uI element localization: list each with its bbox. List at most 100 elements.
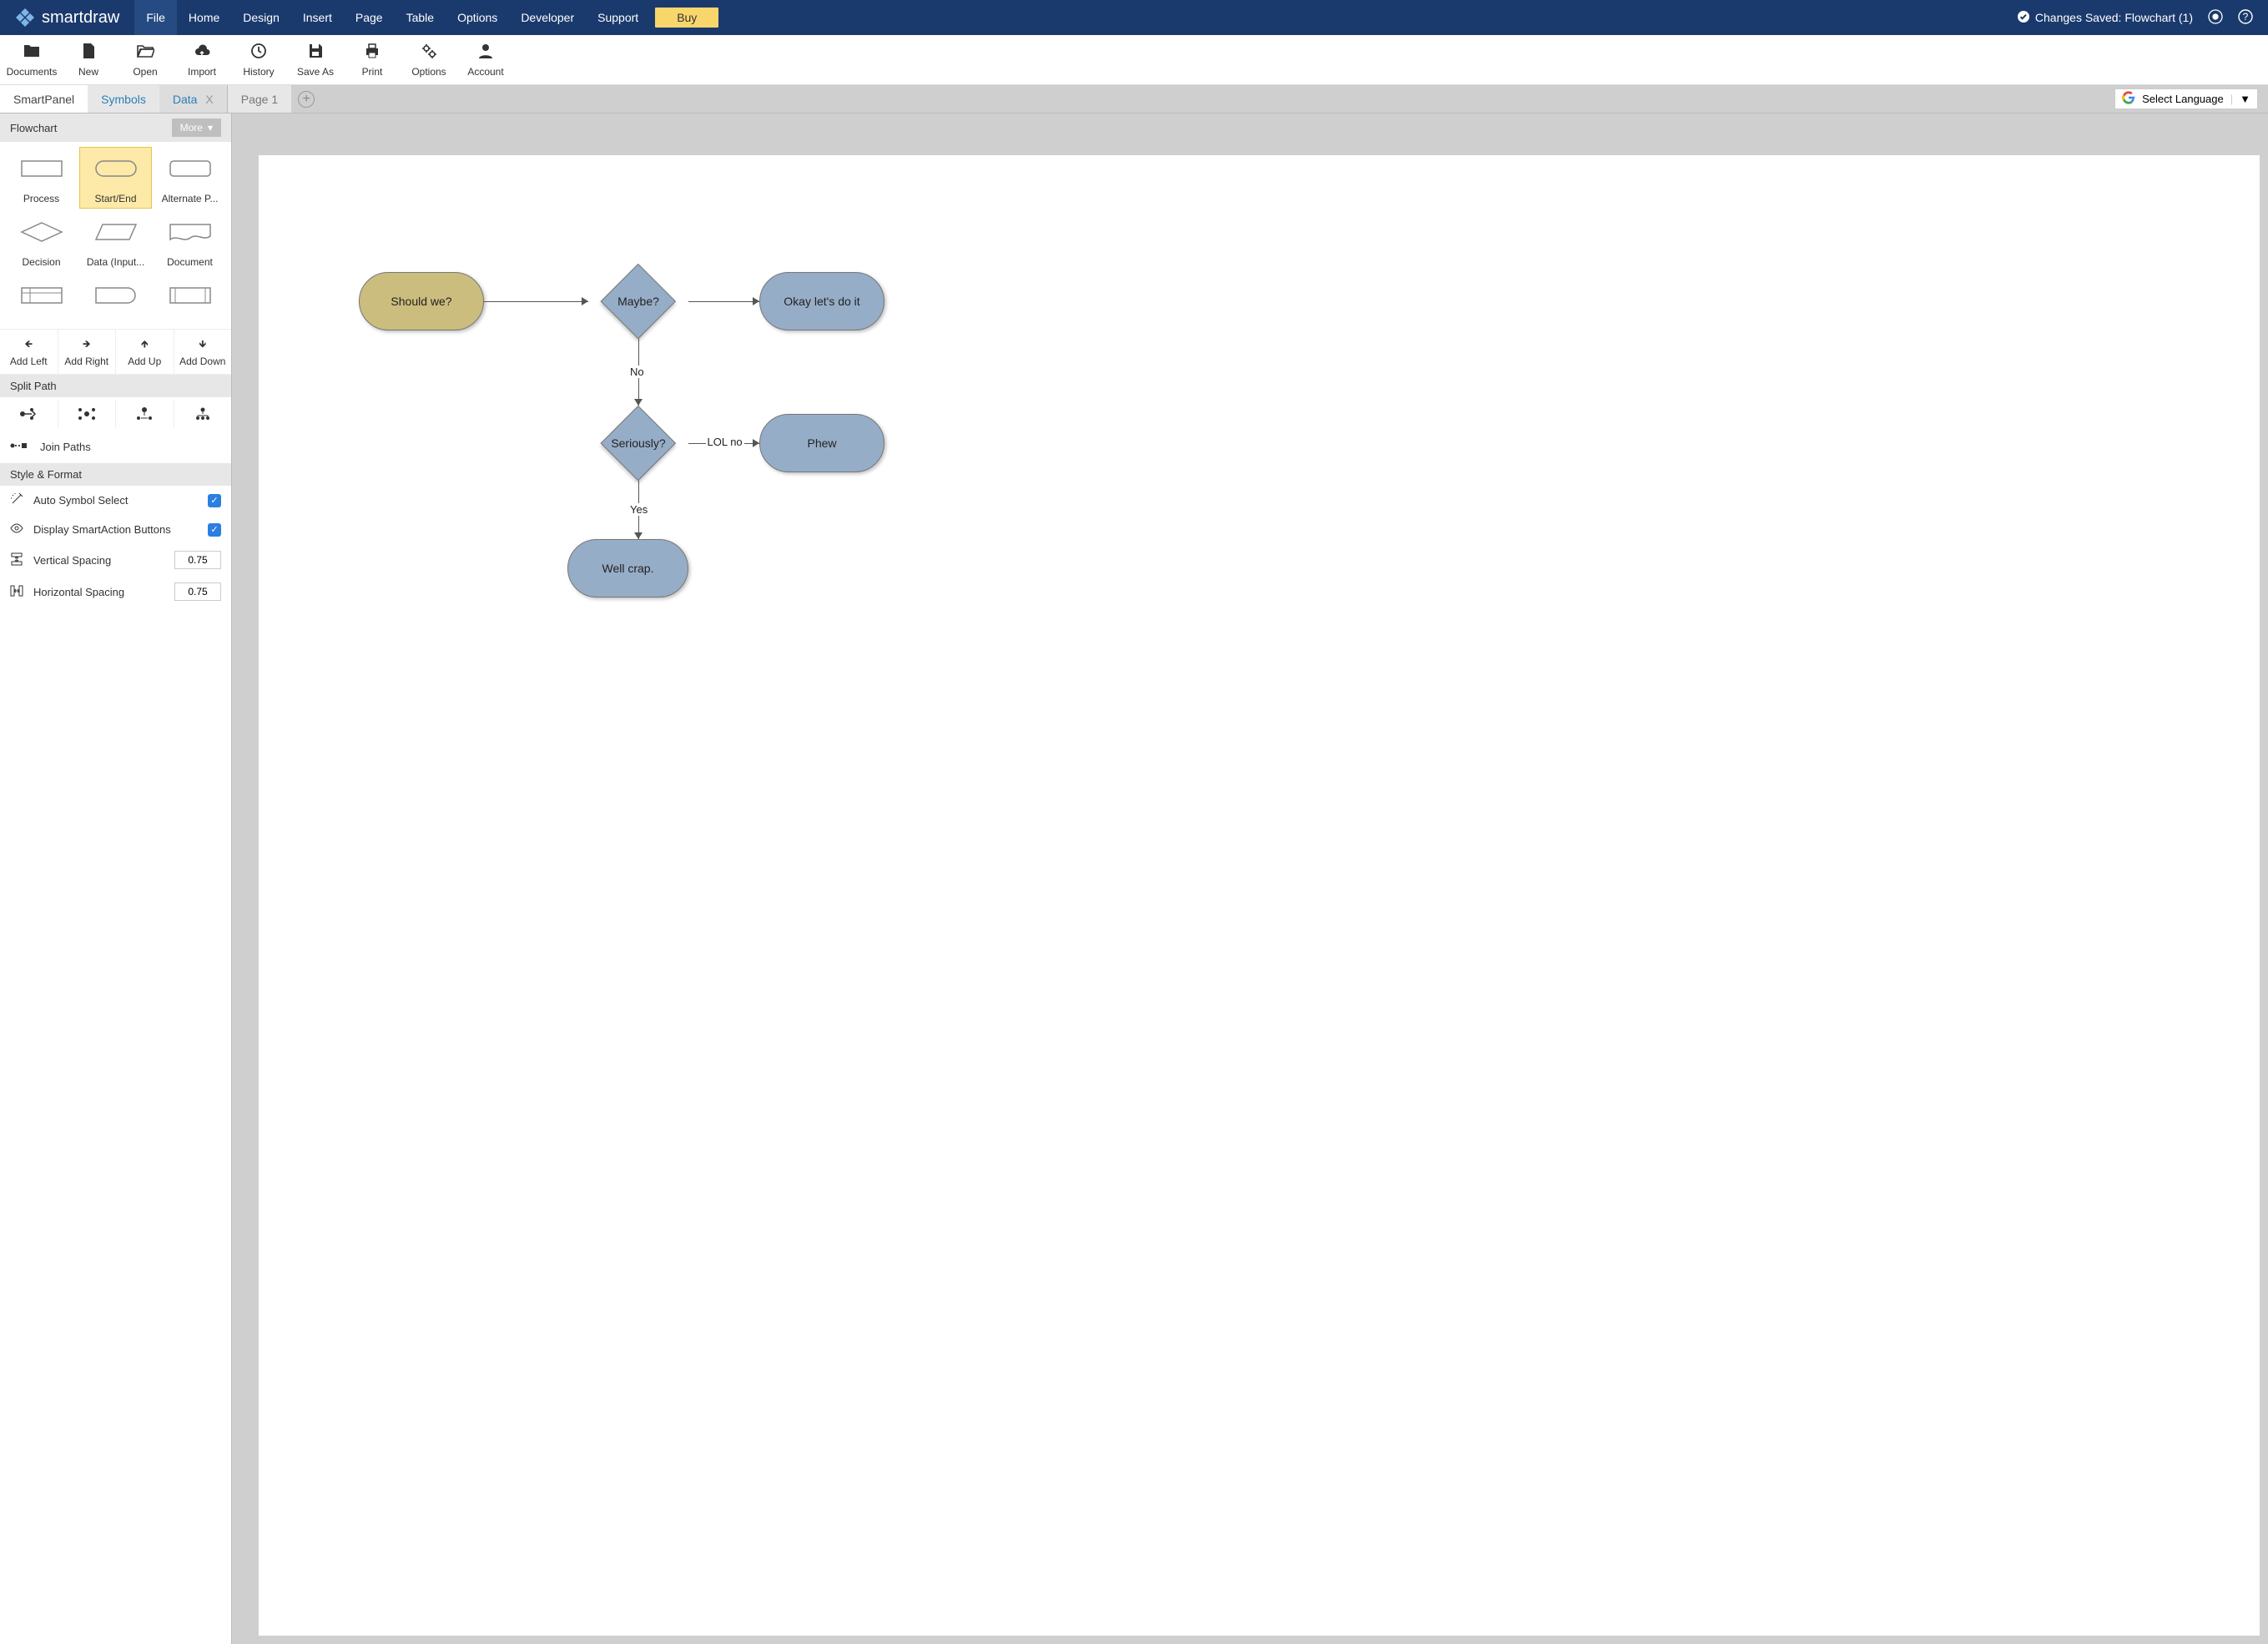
more-shapes-button[interactable]: More ▾	[172, 119, 221, 137]
split-tree-button[interactable]	[174, 401, 232, 427]
auto-symbol-checkbox[interactable]: ✓	[208, 494, 221, 507]
flowchart-decision[interactable]: Maybe?	[588, 264, 688, 339]
flowchart-terminator[interactable]: Okay let's do it	[759, 272, 885, 330]
node-label: Maybe?	[588, 264, 688, 339]
flowchart-decision[interactable]: Seriously?	[588, 406, 688, 481]
shape-palette: ProcessStart/End Alternate P... Decision Da…	[0, 142, 231, 329]
menu-item-options[interactable]: Options	[446, 0, 509, 35]
close-icon[interactable]: X	[205, 93, 213, 106]
history-button[interactable]: History	[230, 42, 287, 78]
menubar-right: Changes Saved: Flowchart (1) ?	[2017, 0, 2268, 35]
shape-document[interactable]: Document	[154, 210, 226, 272]
shape-label: Data (Input...	[82, 256, 149, 268]
save-status-text: Changes Saved: Flowchart (1)	[2035, 11, 2193, 24]
smartpanel-tab[interactable]: SmartPanel	[0, 85, 88, 113]
decision-icon	[20, 219, 63, 245]
add-left-label: Add Left	[10, 356, 48, 367]
menu-item-table[interactable]: Table	[395, 0, 446, 35]
display-buttons-checkbox[interactable]: ✓	[208, 523, 221, 537]
split-path-label: Split Path	[10, 380, 57, 392]
top-menubar: smartdraw FileHomeDesignInsertPageTableO…	[0, 0, 2268, 35]
logo-icon	[15, 8, 35, 28]
more-label: More	[180, 122, 203, 134]
flowchart-terminator[interactable]: Well crap.	[567, 539, 688, 598]
shape-delay[interactable]	[79, 274, 152, 324]
save-status: Changes Saved: Flowchart (1)	[2017, 10, 2193, 26]
add-down-button[interactable]: 🡻 Add Down	[174, 330, 232, 374]
menu-item-design[interactable]: Design	[231, 0, 291, 35]
print-button[interactable]: Print	[344, 42, 401, 78]
menu-item-insert[interactable]: Insert	[291, 0, 344, 35]
secondary-tabbar: SmartPanel Symbols Data X Page 1 + Selec…	[0, 85, 2268, 113]
display-buttons-row: Display SmartAction Buttons ✓	[0, 515, 231, 544]
check-circle-icon	[2017, 10, 2030, 26]
predef-icon	[169, 283, 212, 308]
tool-label: Account	[467, 66, 503, 78]
help-icon[interactable]: ?	[2238, 9, 2253, 27]
flowchart-terminator[interactable]: Phew	[759, 414, 885, 472]
assist-icon[interactable]	[2208, 9, 2223, 27]
shape-decision[interactable]: Decision	[5, 210, 78, 272]
tool-label: Open	[133, 66, 157, 78]
menu-item-developer[interactable]: Developer	[509, 0, 586, 35]
menu-item-file[interactable]: File	[134, 0, 177, 35]
open-button[interactable]: Open	[117, 42, 174, 78]
account-button[interactable]: Account	[457, 42, 514, 78]
flowchart-terminator[interactable]: Should we?	[359, 272, 484, 330]
folder-icon	[23, 42, 41, 63]
vertical-spacing-icon	[10, 552, 23, 568]
documents-button[interactable]: Documents	[3, 42, 60, 78]
buy-button[interactable]: Buy	[655, 8, 718, 28]
split-down-button[interactable]	[116, 401, 174, 427]
shape-label: Decision	[8, 256, 75, 268]
split-both-button[interactable]	[58, 401, 117, 427]
options-button[interactable]: Options	[401, 42, 457, 78]
horizontal-spacing-input[interactable]	[174, 582, 221, 601]
join-paths-label: Join Paths	[40, 441, 91, 453]
import-button[interactable]: Import	[174, 42, 230, 78]
new-button[interactable]: New	[60, 42, 117, 78]
page-tab[interactable]: Page 1	[228, 85, 291, 113]
shape-data[interactable]: Data (Input...	[79, 210, 152, 272]
shape-label: Alternate P...	[156, 193, 224, 204]
tool-label: History	[243, 66, 274, 78]
split-right-button[interactable]	[0, 401, 58, 427]
menu-item-support[interactable]: Support	[586, 0, 650, 35]
canvas-viewport[interactable]: Should we? Maybe? Okay let's do it Seriousl…	[232, 113, 2268, 1644]
eye-icon	[10, 522, 23, 537]
delay-icon	[94, 283, 138, 308]
saveas-button[interactable]: Save As	[287, 42, 344, 78]
menu-item-page[interactable]: Page	[344, 0, 395, 35]
internal-icon	[20, 283, 63, 308]
shape-process[interactable]: Process	[5, 147, 78, 209]
shape-predef[interactable]	[154, 274, 226, 324]
split-path-header: Split Path	[0, 375, 231, 397]
add-right-button[interactable]: 🡺 Add Right	[58, 330, 117, 374]
auto-symbol-label: Auto Symbol Select	[33, 494, 198, 507]
shape-startend[interactable]: Start/End	[79, 147, 152, 209]
shape-altprocess[interactable]: Alternate P...	[154, 147, 226, 209]
flowchart-section-header: Flowchart More ▾	[0, 113, 231, 142]
flowchart-header-label: Flowchart	[10, 122, 57, 134]
chevron-down-icon: ▾	[208, 122, 213, 134]
language-selector[interactable]: Select Language | ▼	[2114, 88, 2258, 109]
menu-item-home[interactable]: Home	[177, 0, 231, 35]
printer-icon	[363, 42, 381, 63]
edge-label: LOL no	[706, 436, 744, 448]
join-paths-icon	[10, 441, 28, 453]
wand-icon	[10, 492, 23, 508]
symbols-tab[interactable]: Symbols	[88, 85, 159, 113]
add-left-button[interactable]: 🡸 Add Left	[0, 330, 58, 374]
data-tab[interactable]: Data X	[159, 85, 227, 113]
add-page-button[interactable]: +	[298, 91, 315, 108]
join-paths-button[interactable]: Join Paths	[0, 431, 231, 463]
vertical-spacing-input[interactable]	[174, 551, 221, 569]
drawing-canvas[interactable]: Should we? Maybe? Okay let's do it Seriousl…	[259, 155, 2260, 1636]
add-up-button[interactable]: 🡹 Add Up	[116, 330, 174, 374]
horizontal-spacing-row: Horizontal Spacing	[0, 576, 231, 608]
horizontal-spacing-label: Horizontal Spacing	[33, 586, 164, 598]
shape-internal[interactable]	[5, 274, 78, 324]
tool-label: Import	[188, 66, 216, 78]
add-up-label: Add Up	[128, 356, 161, 367]
file-toolbar: DocumentsNew Open Import History Save AsPrin…	[0, 35, 2268, 85]
